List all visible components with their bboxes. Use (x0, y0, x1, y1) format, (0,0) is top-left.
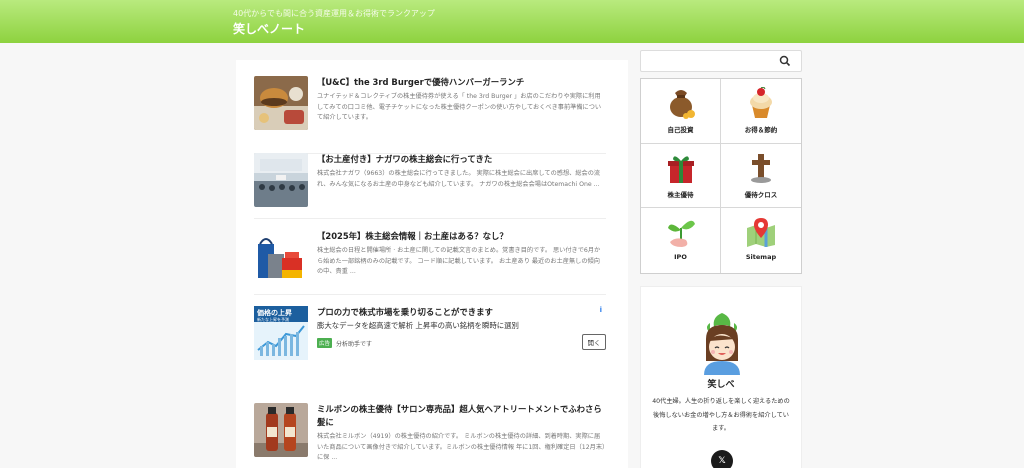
post-thumbnail[interactable] (254, 153, 308, 207)
category-label: 自己投資 (667, 126, 694, 134)
site-header: 40代からでも間に合う資産運用＆お得術でランクアップ 笑しべノート (0, 0, 1024, 43)
category-self-investment[interactable]: 自己投資 (641, 79, 721, 144)
ad-title[interactable]: プロの力で株式市場を乗り切ることができます (317, 306, 587, 319)
ad-subtitle: 膨大なデータを超高速で解析 上昇率の高い銘柄を瞬時に選別 (317, 321, 519, 330)
post-title[interactable]: 【2025年】株主総会情報｜お土産はある？なし？ (317, 230, 606, 243)
divider (254, 294, 606, 295)
ad-advertiser[interactable]: 分析助手です (336, 339, 372, 348)
post-text: ミルボンの株主優待【サロン専売品】超人気ヘアトリートメントでふわさら髪に 株式会… (317, 403, 606, 464)
post-title[interactable]: 【U&C】the 3rd Burgerで優待ハンバーガーランチ (317, 76, 606, 89)
post-text: 【お土産付き】ナガワの株主総会に行ってきた 株式会社ナガワ（9663）の株主総会… (317, 153, 606, 190)
avatar (704, 313, 740, 375)
profile-description: 40代主婦。人生の折り返しを楽しく迎えるための後悔しないお金の増やし方＆お得術を… (652, 398, 790, 432)
ad-thumbnail[interactable]: 価格の上昇 新たな上昇を予測 (254, 306, 308, 360)
category-perk-cross[interactable]: 優待クロス (721, 144, 801, 209)
sprout-icon (667, 221, 695, 248)
search-icon[interactable] (779, 55, 791, 67)
divider (254, 218, 606, 219)
post-thumbnail[interactable] (254, 230, 308, 284)
gift-icon (667, 156, 694, 183)
post-excerpt: 株主総会の日程と開催場所 · お土産に関しての記載文言のまとめ。覚書き目的です。… (317, 247, 601, 275)
site-tagline: 40代からでも間に合う資産運用＆お得術でランクアップ (233, 9, 435, 18)
category-grid: 自己投資 お得＆節約 株主優待 優待クロス IPO Sitemap (640, 78, 802, 274)
post-text: 【U&C】the 3rd Burgerで優待ハンバーガーランチ ユナイテッド＆コ… (317, 76, 606, 124)
post-excerpt: ユナイテッド＆コレクティブの株主優待券が使える「 the 3rd Burger … (317, 93, 602, 121)
post-excerpt: 株式会社ナガワ（9663）の株主総会に行ってきました。 実際に株主総会に出席して… (317, 170, 601, 188)
category-savings[interactable]: お得＆節約 (721, 79, 801, 144)
site-title[interactable]: 笑しべノート (233, 20, 305, 37)
ad-badge: 広告 (317, 338, 333, 348)
post-text: 【2025年】株主総会情報｜お土産はある？なし？ 株主総会の日程と開催場所 · … (317, 230, 606, 278)
map-pin-icon (747, 218, 775, 248)
ad-info-icon[interactable]: i (600, 306, 602, 314)
post-title[interactable]: ミルボンの株主優待【サロン専売品】超人気ヘアトリートメントでふわさら髪に (317, 403, 606, 429)
ad-meta: 広告 分析助手です (317, 338, 587, 348)
category-label: お得＆節約 (744, 126, 778, 134)
category-label: Sitemap (745, 253, 777, 262)
main-content: 【U&C】the 3rd Burgerで優待ハンバーガーランチ ユナイテッド＆コ… (236, 60, 628, 468)
post-card[interactable]: ミルボンの株主優待【サロン専売品】超人気ヘアトリートメントでふわさら髪に 株式会… (254, 403, 606, 468)
post-title[interactable]: 【お土産付き】ナガワの株主総会に行ってきた (317, 153, 606, 166)
cupcake-icon (750, 87, 772, 118)
post-card[interactable]: 【U&C】the 3rd Burgerで優待ハンバーガーランチ ユナイテッド＆コ… (254, 76, 606, 142)
category-ipo[interactable]: IPO (641, 208, 721, 273)
post-thumbnail[interactable] (254, 403, 308, 457)
post-thumbnail[interactable] (254, 76, 308, 130)
ad-unit[interactable]: 価格の上昇 新たな上昇を予測 プロの力で株式市場を乗り切ることができます 膨大な… (254, 306, 606, 366)
search-box[interactable] (640, 50, 802, 72)
money-bag-icon (669, 90, 695, 119)
ad-open-button[interactable]: 開く (582, 334, 606, 350)
profile-name: 笑しべ (707, 380, 735, 390)
post-card[interactable]: 【2025年】株主総会情報｜お土産はある？なし？ 株主総会の日程と開催場所 · … (254, 230, 606, 296)
search-input[interactable] (645, 54, 775, 68)
profile-widget: 笑しべ 40代主婦。人生の折り返しを楽しく迎えるための後悔しないお金の増やし方＆… (640, 286, 802, 468)
x-social-button[interactable]: 𝕏 (711, 450, 733, 468)
cross-icon (751, 153, 771, 183)
category-label: 株主優待 (667, 190, 694, 199)
category-shareholder-perks[interactable]: 株主優待 (641, 143, 721, 209)
category-label: IPO (674, 253, 687, 262)
category-sitemap[interactable]: Sitemap (721, 208, 801, 273)
ad-text: プロの力で株式市場を乗り切ることができます 膨大なデータを超高速で解析 上昇率の… (317, 306, 587, 348)
ad-thumb-heading: 価格の上昇 (256, 308, 292, 317)
ad-thumb-subheading: 新たな上昇を予測 (257, 316, 289, 322)
post-card[interactable]: 【お土産付き】ナガワの株主総会に行ってきた 株式会社ナガワ（9663）の株主総会… (254, 153, 606, 219)
category-label: 優待クロス (744, 190, 778, 199)
post-excerpt: 株式会社ミルボン（4919）の株主優待の紹介です。 ミルボンの株主優待の詳細、到… (317, 433, 606, 461)
